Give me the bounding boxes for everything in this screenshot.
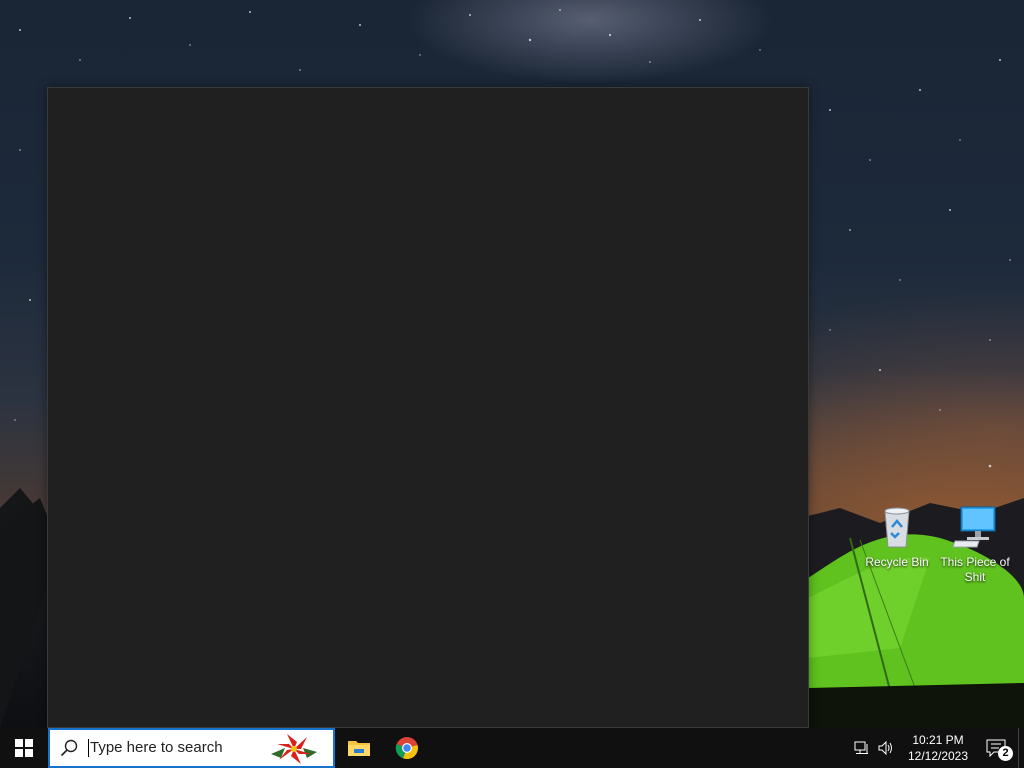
- poinsettia-icon: [271, 734, 317, 764]
- search-input[interactable]: Type here to search: [88, 739, 223, 757]
- taskbar-chrome[interactable]: [383, 728, 431, 768]
- this-pc-shortcut[interactable]: This Piece of Shit: [937, 503, 1013, 585]
- clock-time: 10:21 PM: [912, 733, 964, 747]
- this-pc-label: This Piece of Shit: [940, 555, 1010, 584]
- system-tray: 10:21 PM 12/12/2023 2: [850, 728, 1024, 768]
- network-icon[interactable]: [850, 728, 874, 768]
- computer-icon: [952, 506, 996, 548]
- taskbar-file-explorer[interactable]: [335, 728, 383, 768]
- recycle-bin-shortcut[interactable]: Recycle Bin: [859, 503, 935, 570]
- search-box[interactable]: Type here to search: [48, 728, 335, 768]
- recycle-bin-label: Recycle Bin: [865, 555, 929, 569]
- recycle-bin-icon: [884, 507, 910, 548]
- show-desktop-button[interactable]: [1018, 728, 1024, 768]
- file-explorer-icon: [348, 741, 370, 756]
- start-button[interactable]: [0, 728, 48, 768]
- search-icon: [50, 739, 88, 757]
- clock-date: 12/12/2023: [907, 749, 969, 763]
- volume-icon[interactable]: [874, 728, 898, 768]
- chrome-icon: [395, 737, 418, 760]
- app-window[interactable]: [47, 87, 809, 728]
- notification-center-button[interactable]: 2: [974, 728, 1018, 768]
- notification-badge: 2: [998, 746, 1013, 761]
- clock[interactable]: 10:21 PM 12/12/2023: [902, 732, 974, 764]
- windows-logo-icon: [15, 739, 33, 757]
- taskbar: Type here to search 10:21 PM 12/12/2023 …: [0, 728, 1024, 768]
